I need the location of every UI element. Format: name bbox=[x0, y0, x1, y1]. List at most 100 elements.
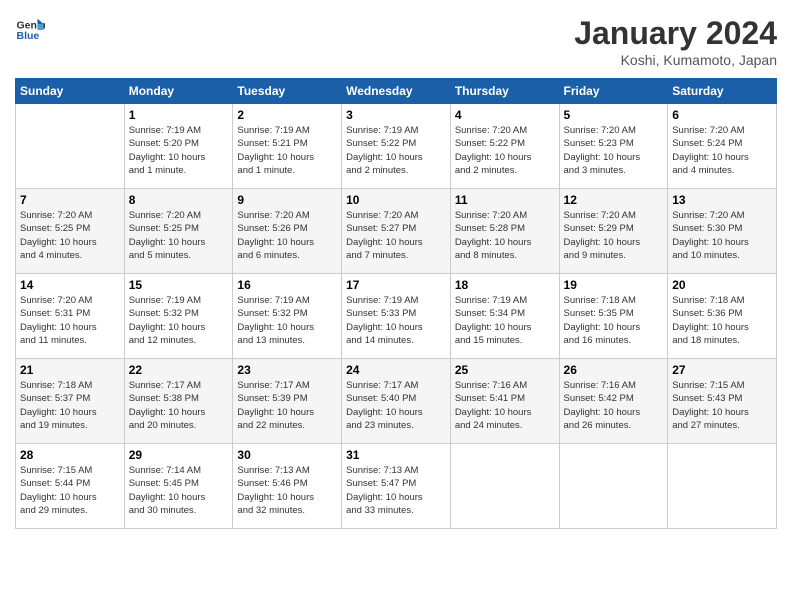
day-number: 15 bbox=[129, 278, 229, 292]
day-number: 3 bbox=[346, 108, 446, 122]
day-info: Sunrise: 7:20 AM Sunset: 5:28 PM Dayligh… bbox=[455, 209, 555, 262]
day-cell: 8Sunrise: 7:20 AM Sunset: 5:25 PM Daylig… bbox=[124, 189, 233, 274]
day-cell: 20 Sunrise: 7:18 AM Sunset: 5:36 PM Dayli… bbox=[668, 274, 777, 359]
day-info: Sunrise: 7:19 AM Sunset: 5:34 PM Dayligh… bbox=[455, 294, 555, 347]
day-number: 31 bbox=[346, 448, 446, 462]
day-number: 23 bbox=[237, 363, 337, 377]
day-cell bbox=[559, 444, 668, 529]
day-cell: 30 Sunrise: 7:13 AM Sunset: 5:46 PM Dayli… bbox=[233, 444, 342, 529]
day-number: 5 bbox=[564, 108, 664, 122]
day-info: Sunrise: 7:17 AM Sunset: 5:38 PM Dayligh… bbox=[129, 379, 229, 432]
day-cell: 10 Sunrise: 7:20 AM Sunset: 5:27 PM Dayli… bbox=[342, 189, 451, 274]
day-number: 27 bbox=[672, 363, 772, 377]
col-friday: Friday bbox=[559, 79, 668, 104]
header-row: Sunday Monday Tuesday Wednesday Thursday… bbox=[16, 79, 777, 104]
day-cell: 23 Sunrise: 7:17 AM Sunset: 5:39 PM Dayli… bbox=[233, 359, 342, 444]
day-info: Sunrise: 7:13 AM Sunset: 5:46 PM Dayligh… bbox=[237, 464, 337, 517]
day-cell: 6 Sunrise: 7:20 AM Sunset: 5:24 PM Daylig… bbox=[668, 104, 777, 189]
day-number: 10 bbox=[346, 193, 446, 207]
day-number: 29 bbox=[129, 448, 229, 462]
month-title: January 2024 bbox=[574, 15, 777, 52]
day-info: Sunrise: 7:17 AM Sunset: 5:39 PM Dayligh… bbox=[237, 379, 337, 432]
day-cell: 4 Sunrise: 7:20 AM Sunset: 5:22 PM Daylig… bbox=[450, 104, 559, 189]
day-number: 11 bbox=[455, 193, 555, 207]
day-number: 12 bbox=[564, 193, 664, 207]
day-info: Sunrise: 7:20 AM Sunset: 5:25 PM Dayligh… bbox=[129, 209, 229, 262]
day-number: 20 bbox=[672, 278, 772, 292]
day-info: Sunrise: 7:20 AM Sunset: 5:25 PM Dayligh… bbox=[20, 209, 120, 262]
day-info: Sunrise: 7:20 AM Sunset: 5:30 PM Dayligh… bbox=[672, 209, 772, 262]
day-cell: 31 Sunrise: 7:13 AM Sunset: 5:47 PM Dayli… bbox=[342, 444, 451, 529]
week-row-4: 28 Sunrise: 7:15 AM Sunset: 5:44 PM Dayli… bbox=[16, 444, 777, 529]
day-info: Sunrise: 7:20 AM Sunset: 5:27 PM Dayligh… bbox=[346, 209, 446, 262]
calendar-page: General Blue January 2024 Koshi, Kumamot… bbox=[0, 0, 792, 612]
day-number: 28 bbox=[20, 448, 120, 462]
day-info: Sunrise: 7:20 AM Sunset: 5:29 PM Dayligh… bbox=[564, 209, 664, 262]
day-info: Sunrise: 7:14 AM Sunset: 5:45 PM Dayligh… bbox=[129, 464, 229, 517]
week-row-2: 14 Sunrise: 7:20 AM Sunset: 5:31 PM Dayli… bbox=[16, 274, 777, 359]
day-cell: 15 Sunrise: 7:19 AM Sunset: 5:32 PM Dayli… bbox=[124, 274, 233, 359]
day-cell: 22 Sunrise: 7:17 AM Sunset: 5:38 PM Dayli… bbox=[124, 359, 233, 444]
day-number: 4 bbox=[455, 108, 555, 122]
day-info: Sunrise: 7:18 AM Sunset: 5:36 PM Dayligh… bbox=[672, 294, 772, 347]
week-row-0: 1Sunrise: 7:19 AM Sunset: 5:20 PM Daylig… bbox=[16, 104, 777, 189]
day-cell: 25Sunrise: 7:16 AM Sunset: 5:41 PM Dayli… bbox=[450, 359, 559, 444]
day-info: Sunrise: 7:19 AM Sunset: 5:22 PM Dayligh… bbox=[346, 124, 446, 177]
day-info: Sunrise: 7:19 AM Sunset: 5:20 PM Dayligh… bbox=[129, 124, 229, 177]
day-number: 7 bbox=[20, 193, 120, 207]
day-cell: 3 Sunrise: 7:19 AM Sunset: 5:22 PM Daylig… bbox=[342, 104, 451, 189]
col-tuesday: Tuesday bbox=[233, 79, 342, 104]
day-cell bbox=[16, 104, 125, 189]
day-number: 19 bbox=[564, 278, 664, 292]
logo-icon: General Blue bbox=[15, 15, 45, 45]
day-number: 16 bbox=[237, 278, 337, 292]
day-number: 30 bbox=[237, 448, 337, 462]
title-area: January 2024 Koshi, Kumamoto, Japan bbox=[574, 15, 777, 68]
day-info: Sunrise: 7:18 AM Sunset: 5:35 PM Dayligh… bbox=[564, 294, 664, 347]
day-info: Sunrise: 7:19 AM Sunset: 5:21 PM Dayligh… bbox=[237, 124, 337, 177]
day-cell: 26 Sunrise: 7:16 AM Sunset: 5:42 PM Dayli… bbox=[559, 359, 668, 444]
day-info: Sunrise: 7:15 AM Sunset: 5:44 PM Dayligh… bbox=[20, 464, 120, 517]
day-cell: 27 Sunrise: 7:15 AM Sunset: 5:43 PM Dayli… bbox=[668, 359, 777, 444]
day-cell: 28 Sunrise: 7:15 AM Sunset: 5:44 PM Dayli… bbox=[16, 444, 125, 529]
day-cell: 1Sunrise: 7:19 AM Sunset: 5:20 PM Daylig… bbox=[124, 104, 233, 189]
day-cell: 19 Sunrise: 7:18 AM Sunset: 5:35 PM Dayli… bbox=[559, 274, 668, 359]
day-info: Sunrise: 7:20 AM Sunset: 5:22 PM Dayligh… bbox=[455, 124, 555, 177]
day-number: 6 bbox=[672, 108, 772, 122]
day-cell bbox=[668, 444, 777, 529]
day-number: 24 bbox=[346, 363, 446, 377]
day-cell: 5 Sunrise: 7:20 AM Sunset: 5:23 PM Daylig… bbox=[559, 104, 668, 189]
day-info: Sunrise: 7:19 AM Sunset: 5:32 PM Dayligh… bbox=[237, 294, 337, 347]
day-number: 22 bbox=[129, 363, 229, 377]
day-cell: 7 Sunrise: 7:20 AM Sunset: 5:25 PM Daylig… bbox=[16, 189, 125, 274]
day-cell: 29 Sunrise: 7:14 AM Sunset: 5:45 PM Dayli… bbox=[124, 444, 233, 529]
col-thursday: Thursday bbox=[450, 79, 559, 104]
day-info: Sunrise: 7:15 AM Sunset: 5:43 PM Dayligh… bbox=[672, 379, 772, 432]
day-number: 9 bbox=[237, 193, 337, 207]
day-info: Sunrise: 7:19 AM Sunset: 5:32 PM Dayligh… bbox=[129, 294, 229, 347]
day-cell: 11 Sunrise: 7:20 AM Sunset: 5:28 PM Dayli… bbox=[450, 189, 559, 274]
week-row-3: 21 Sunrise: 7:18 AM Sunset: 5:37 PM Dayli… bbox=[16, 359, 777, 444]
day-info: Sunrise: 7:16 AM Sunset: 5:42 PM Dayligh… bbox=[564, 379, 664, 432]
day-info: Sunrise: 7:19 AM Sunset: 5:33 PM Dayligh… bbox=[346, 294, 446, 347]
calendar-header: Sunday Monday Tuesday Wednesday Thursday… bbox=[16, 79, 777, 104]
day-number: 13 bbox=[672, 193, 772, 207]
day-cell: 17Sunrise: 7:19 AM Sunset: 5:33 PM Dayli… bbox=[342, 274, 451, 359]
day-cell: 12 Sunrise: 7:20 AM Sunset: 5:29 PM Dayli… bbox=[559, 189, 668, 274]
day-number: 26 bbox=[564, 363, 664, 377]
day-number: 21 bbox=[20, 363, 120, 377]
day-info: Sunrise: 7:20 AM Sunset: 5:23 PM Dayligh… bbox=[564, 124, 664, 177]
calendar-body: 1Sunrise: 7:19 AM Sunset: 5:20 PM Daylig… bbox=[16, 104, 777, 529]
day-info: Sunrise: 7:18 AM Sunset: 5:37 PM Dayligh… bbox=[20, 379, 120, 432]
col-wednesday: Wednesday bbox=[342, 79, 451, 104]
day-info: Sunrise: 7:16 AM Sunset: 5:41 PM Dayligh… bbox=[455, 379, 555, 432]
day-cell: 9 Sunrise: 7:20 AM Sunset: 5:26 PM Daylig… bbox=[233, 189, 342, 274]
day-number: 14 bbox=[20, 278, 120, 292]
day-info: Sunrise: 7:13 AM Sunset: 5:47 PM Dayligh… bbox=[346, 464, 446, 517]
logo: General Blue bbox=[15, 15, 45, 45]
day-info: Sunrise: 7:20 AM Sunset: 5:26 PM Dayligh… bbox=[237, 209, 337, 262]
day-info: Sunrise: 7:20 AM Sunset: 5:31 PM Dayligh… bbox=[20, 294, 120, 347]
col-monday: Monday bbox=[124, 79, 233, 104]
day-info: Sunrise: 7:20 AM Sunset: 5:24 PM Dayligh… bbox=[672, 124, 772, 177]
day-number: 2 bbox=[237, 108, 337, 122]
